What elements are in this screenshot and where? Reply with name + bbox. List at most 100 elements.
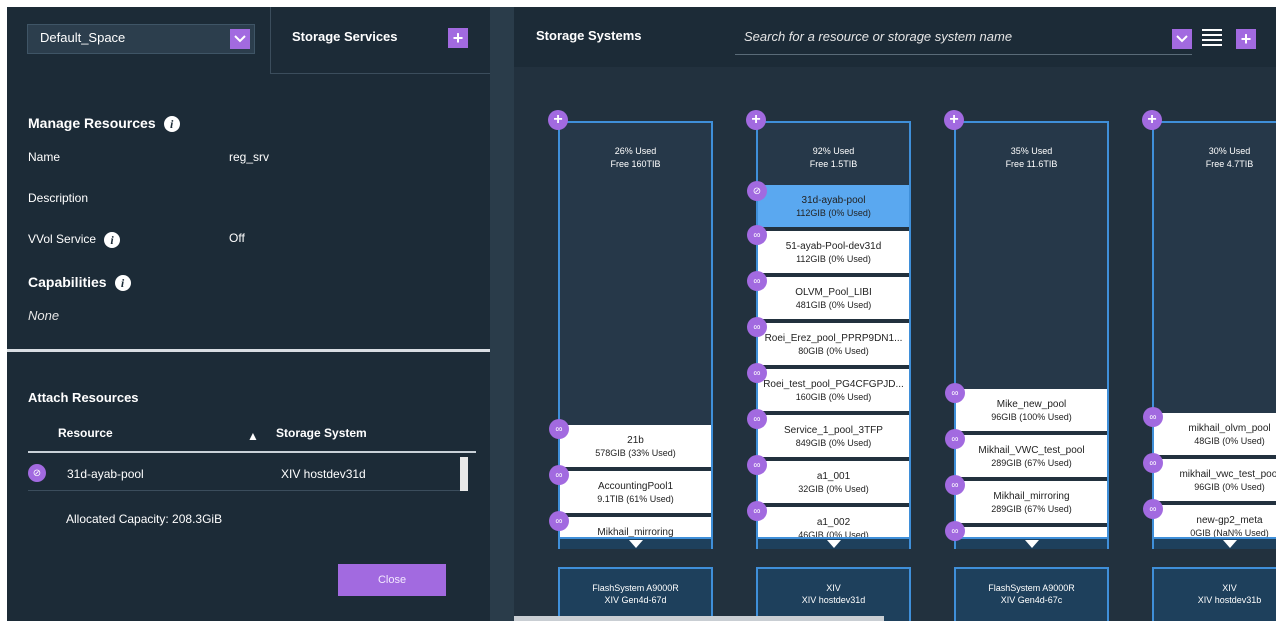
link-icon[interactable]: ∞ bbox=[1143, 453, 1163, 473]
vvol-service-row: VVol Service i bbox=[28, 232, 121, 248]
link-icon[interactable]: ∞ bbox=[1143, 407, 1163, 427]
used-percent: 26% Used bbox=[614, 146, 657, 156]
chevron-down-icon[interactable] bbox=[1172, 29, 1192, 49]
pool-name: mikhail_vwc_test_pool bbox=[1179, 469, 1276, 480]
add-pool-icon[interactable]: + bbox=[746, 110, 766, 130]
add-pool-icon[interactable]: + bbox=[944, 110, 964, 130]
pool-item[interactable]: mikhail_olvm_pool 48GIB (0% Used) bbox=[1154, 413, 1276, 457]
scroll-down-bar[interactable] bbox=[558, 539, 713, 549]
pool-item-selected[interactable]: 31d-ayab-pool 112GIB (0% Used) bbox=[758, 185, 909, 229]
link-icon[interactable]: ∞ bbox=[549, 465, 569, 485]
add-service-button[interactable]: + bbox=[448, 28, 468, 48]
link-icon[interactable]: ∞ bbox=[747, 409, 767, 429]
pool-capacity: 481GIB (0% Used) bbox=[795, 300, 872, 310]
storage-system-footer: FlashSystem A9000R XIV Gen4d-67c bbox=[954, 567, 1109, 621]
storage-system-footer: XIV XIV hostdev31b bbox=[1152, 567, 1276, 621]
info-icon[interactable]: i bbox=[114, 275, 131, 292]
table-row[interactable]: ⊘ 31d-ayab-pool XIV hostdev31d bbox=[28, 457, 467, 491]
pool-item[interactable]: OLVM_Pool_LIBI 481GIB (0% Used) bbox=[758, 277, 909, 321]
pool-item[interactable]: Mikhail_mirroring 289GIB (67% Used) bbox=[956, 481, 1107, 525]
pool-item[interactable]: 21b 578GIB (33% Used) bbox=[560, 425, 711, 469]
scroll-down-bar[interactable] bbox=[756, 539, 911, 549]
pool-item[interactable]: Mikhail_mirroring bbox=[560, 517, 711, 538]
capabilities-title: Capabilities i bbox=[28, 274, 131, 292]
pool-item[interactable]: 51-ayab-Pool-dev31d 112GIB (0% Used) bbox=[758, 231, 909, 275]
arrow-down-icon[interactable] bbox=[1223, 540, 1237, 548]
used-percent: 92% Used bbox=[812, 146, 855, 156]
pool-capacity: 32GIB (0% Used) bbox=[798, 484, 869, 494]
unlink-icon[interactable]: ⊘ bbox=[747, 181, 767, 201]
info-icon[interactable]: i bbox=[163, 116, 180, 133]
column-header-storage-system[interactable]: Storage System bbox=[276, 426, 367, 440]
pool-item[interactable]: Roei_test_pool_PG4CFGPJD... 160GIB (0% Us… bbox=[758, 369, 909, 413]
link-icon[interactable]: ∞ bbox=[549, 419, 569, 439]
scroll-down-bar[interactable] bbox=[1152, 539, 1276, 549]
link-icon[interactable]: ∞ bbox=[747, 501, 767, 521]
link-icon[interactable]: ∞ bbox=[549, 511, 569, 531]
usage-summary: 26% Used Free 160TIB bbox=[560, 123, 711, 425]
pool-name: Mikhail_mirroring bbox=[597, 527, 674, 538]
arrow-down-icon[interactable] bbox=[1025, 540, 1039, 548]
pool-capacity: 48GIB (0% Used) bbox=[1194, 436, 1265, 446]
storage-system-card[interactable]: + 30% Used Free 4.7TIB mikhail_olvm_pool… bbox=[1142, 110, 1276, 621]
horizontal-scrollbar[interactable] bbox=[514, 616, 884, 621]
table-scrollbar[interactable] bbox=[460, 457, 468, 491]
pool-item[interactable] bbox=[956, 527, 1107, 537]
storage-system-card[interactable]: + 92% Used Free 1.5TIB 31d-ayab-pool 112G… bbox=[746, 110, 911, 621]
link-icon[interactable]: ∞ bbox=[1143, 499, 1163, 519]
link-icon[interactable]: ∞ bbox=[945, 429, 965, 449]
storage-system-card[interactable]: + 35% Used Free 11.6TIB Mike_new_pool 96G… bbox=[944, 110, 1109, 621]
unlink-icon[interactable]: ⊘ bbox=[28, 464, 46, 482]
link-icon[interactable]: ∞ bbox=[945, 475, 965, 495]
pool-name: a1_001 bbox=[816, 471, 851, 482]
link-icon[interactable]: ∞ bbox=[945, 521, 965, 541]
tab-storage-services[interactable]: Storage Services + bbox=[270, 7, 490, 74]
pool-capacity: 112GIB (0% Used) bbox=[796, 254, 871, 264]
pool-item[interactable]: AccountingPool1 9.1TIB (61% Used) bbox=[560, 471, 711, 515]
chevron-down-icon[interactable] bbox=[230, 29, 250, 49]
pool-item[interactable]: mikhail_vwc_test_pool 96GIB (0% Used) bbox=[1154, 459, 1276, 503]
pool-capacity: 80GIB (0% Used) bbox=[798, 346, 869, 356]
panel-separator bbox=[490, 7, 514, 621]
row-resource-name: 31d-ayab-pool bbox=[67, 467, 144, 481]
storage-systems-panel: Storage Systems Search for a resource or… bbox=[514, 7, 1276, 621]
scroll-down-bar[interactable] bbox=[954, 539, 1109, 549]
pool-item[interactable]: a1_001 32GIB (0% Used) bbox=[758, 461, 909, 505]
system-name: XIV hostdev31d bbox=[801, 595, 866, 605]
sort-ascending-icon[interactable]: ▲ bbox=[247, 429, 259, 443]
row-storage-system: XIV hostdev31d bbox=[281, 467, 366, 481]
arrow-down-icon[interactable] bbox=[629, 540, 643, 548]
link-icon[interactable]: ∞ bbox=[945, 383, 965, 403]
link-icon[interactable]: ∞ bbox=[747, 317, 767, 337]
link-icon[interactable]: ∞ bbox=[747, 363, 767, 383]
link-icon[interactable]: ∞ bbox=[747, 225, 767, 245]
space-select[interactable]: Default_Space bbox=[27, 24, 255, 54]
close-button[interactable]: Close bbox=[338, 564, 446, 596]
column-header-resource[interactable]: Resource bbox=[58, 426, 113, 440]
section-divider bbox=[7, 349, 490, 352]
pool-item[interactable]: Service_1_pool_3TFP 849GIB (0% Used) bbox=[758, 415, 909, 459]
add-pool-icon[interactable]: + bbox=[548, 110, 568, 130]
storage-system-card[interactable]: + 26% Used Free 160TIB 21b 578GIB (33% Us… bbox=[548, 110, 713, 621]
search-input[interactable]: Search for a resource or storage system … bbox=[735, 25, 1192, 55]
pool-item[interactable]: new-gp2_meta 0GIB (NaN% Used) bbox=[1154, 505, 1276, 537]
pool-capacity: 289GIB (67% Used) bbox=[991, 504, 1072, 514]
pool-item[interactable]: a1_002 46GIB (0% Used) bbox=[758, 507, 909, 537]
pool-item[interactable]: Mike_new_pool 96GIB (100% Used) bbox=[956, 389, 1107, 433]
pool-capacity: 578GIB (33% Used) bbox=[595, 448, 676, 458]
pool-capacity: 96GIB (100% Used) bbox=[991, 412, 1072, 422]
pool-name: 51-ayab-Pool-dev31d bbox=[785, 241, 882, 252]
list-view-icon[interactable] bbox=[1202, 29, 1222, 47]
add-pool-icon[interactable]: + bbox=[1142, 110, 1162, 130]
info-icon[interactable]: i bbox=[104, 232, 121, 248]
arrow-down-icon[interactable] bbox=[827, 540, 841, 548]
name-label: Name bbox=[28, 150, 61, 164]
system-name: XIV Gen4d-67c bbox=[1000, 595, 1063, 605]
pool-name: Roei_test_pool_PG4CFGPJD... bbox=[763, 379, 904, 390]
link-icon[interactable]: ∞ bbox=[747, 455, 767, 475]
add-storage-system-button[interactable]: + bbox=[1236, 29, 1256, 49]
link-icon[interactable]: ∞ bbox=[747, 271, 767, 291]
manage-resources-title: Manage Resources i bbox=[28, 115, 180, 133]
pool-item[interactable]: Mikhail_VWC_test_pool 289GIB (67% Used) bbox=[956, 435, 1107, 479]
pool-item[interactable]: Roei_Erez_pool_PPRP9DN1... 80GIB (0% Used… bbox=[758, 323, 909, 367]
